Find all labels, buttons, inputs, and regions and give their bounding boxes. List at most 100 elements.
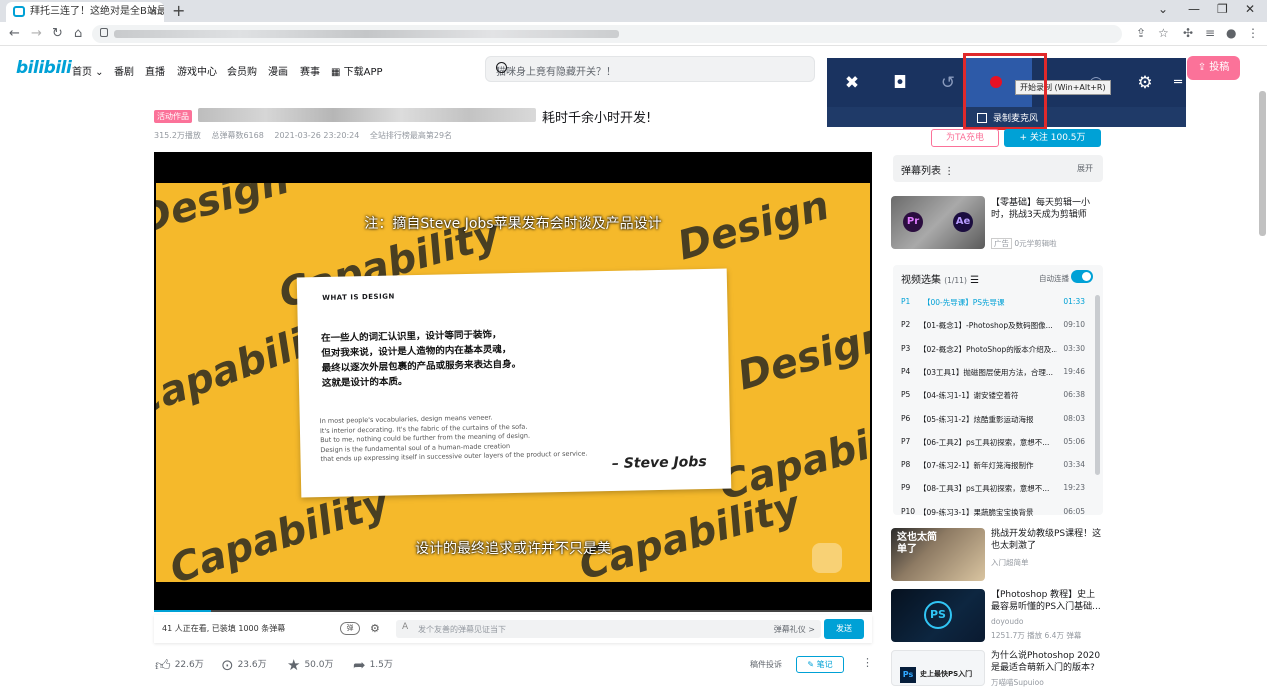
nav-manga[interactable]: 漫画	[268, 63, 288, 78]
playlist-scrollbar[interactable]	[1095, 295, 1100, 475]
nav-game-center[interactable]: 游戏中心	[177, 63, 217, 78]
episode-number: P8	[901, 460, 911, 470]
record-last-icon[interactable]: ↺	[935, 70, 961, 96]
rec-title-2[interactable]: 【Photoshop 教程】史上最容易听懂的PS入门基础...	[991, 589, 1103, 613]
playlist-item[interactable]: P1 【00-先导课】PS先导课 01:33	[893, 290, 1097, 313]
rec-author-1[interactable]: 入门超简单	[991, 557, 1029, 568]
card-heading: WHAT IS DESIGN	[322, 292, 395, 302]
after-effects-icon: Ae	[953, 212, 973, 232]
ad-thumbnail[interactable]: Pr Ae	[891, 196, 985, 249]
rec-author-3[interactable]: 万喵喵Supuioo	[991, 677, 1044, 688]
title-blurred	[198, 108, 536, 122]
nav-esports[interactable]: 赛事	[300, 63, 320, 78]
playlist-item[interactable]: P6 【05-练习1-2】炫酷重影运动海报 08:03	[893, 407, 1097, 430]
url-bar[interactable]	[92, 25, 1122, 43]
new-tab-button[interactable]: +	[172, 1, 185, 20]
coin-button[interactable]: ⊙ 23.6万	[221, 656, 267, 674]
font-style-icon[interactable]: A	[402, 622, 408, 632]
danmaku-toggle[interactable]: 弹	[340, 622, 360, 635]
playlist-item[interactable]: P4 【03工具1】抛磁图层使用方法，合理... 19:46	[893, 360, 1097, 383]
expand-link[interactable]: 展开	[1077, 163, 1093, 174]
nav-home[interactable]: 首页 ⌄	[72, 63, 104, 78]
nav-anime[interactable]: 番剧	[114, 63, 134, 78]
rank-info[interactable]: 全站排行榜最高第29名	[370, 131, 452, 140]
more-icon[interactable]: ⋮	[862, 656, 873, 669]
share-button[interactable]: ➦ 1.5万	[353, 656, 393, 674]
maximize-button[interactable]: ❐	[1217, 2, 1228, 16]
rec-thumbnail-3[interactable]: Ps 史上最快PS入门	[891, 650, 985, 686]
home-icon[interactable]: ⌂	[74, 26, 82, 41]
episode-title: 【04-练习1-1】谢安镂空着符	[919, 391, 1019, 401]
danmaku-list-panel[interactable]: 弹幕列表 ⋮ 展开	[893, 155, 1103, 182]
progress-fill	[154, 610, 212, 612]
danmaku-input[interactable]: A 发个友善的弹幕见证当下 弹幕礼仪 >	[396, 620, 821, 638]
browser-menu-icon[interactable]: ⋮	[1247, 26, 1259, 40]
premiere-icon: Pr	[903, 212, 923, 232]
search-icon[interactable]	[496, 62, 507, 73]
send-button[interactable]: 发送	[824, 619, 864, 639]
video-player[interactable]: Design Capability Design Capability Desi…	[154, 152, 872, 612]
ad-title[interactable]: 【零基础】每天剪辑一小时，挑战3天成为剪辑师	[991, 197, 1103, 221]
episode-number: P10	[901, 506, 916, 516]
address-toolbar: ← → ↻ ⌂ ⇪ ☆ ✣ ≡ ● ⋮	[0, 22, 1267, 46]
nav-live[interactable]: 直播	[145, 63, 165, 78]
video-frame[interactable]: Design Capability Design Capability Desi…	[156, 183, 870, 582]
play-overlay-icon[interactable]	[812, 543, 842, 573]
rec-thumbnail-1[interactable]: 这也太简单了	[891, 528, 985, 581]
follow-button[interactable]: + 关注 100.5万	[1004, 129, 1101, 147]
search-input[interactable]: 猫咪身上竟有隐藏开关？！	[485, 56, 815, 82]
card-chinese-text: 在一些人的词汇认识里，设计等同于装饰， 但对我来说，设计是人造物的内在基本灵魂，最…	[320, 329, 522, 390]
autoplay-toggle[interactable]	[1071, 270, 1093, 283]
window-close-button[interactable]: ✕	[1245, 2, 1255, 16]
back-arrow-icon[interactable]: ←	[9, 26, 20, 41]
extensions-icon[interactable]: ✣	[1183, 26, 1193, 40]
danmaku-etiquette-link[interactable]: 弹幕礼仪 >	[774, 624, 815, 635]
episode-number: P2	[901, 320, 911, 330]
episode-title: 【08-工具3】ps工具初探索，意想不...	[919, 484, 1050, 494]
url-text-blurred	[114, 30, 619, 38]
rec-title-3[interactable]: 为什么说Photoshop 2020是最适合萌新入门的版本?	[991, 650, 1103, 674]
highlight-annotation-box	[963, 53, 1047, 130]
playlist-item[interactable]: P2 【01-概念1】-Photoshop及数码图像... 09:10	[893, 313, 1097, 336]
episode-duration: 03:30	[1063, 343, 1085, 353]
settings-gear-icon[interactable]: ⚙	[1132, 70, 1158, 96]
danmaku-settings-icon[interactable]: ⚙	[370, 622, 384, 635]
rec-title-1[interactable]: 挑战开发幼教级PS课程！这也太刺激了	[991, 528, 1103, 552]
upload-button[interactable]: ⇪ 投稿	[1187, 56, 1240, 80]
playlist-item[interactable]: P7 【06-工具2】ps工具初探索，意想不... 05:06	[893, 430, 1097, 453]
xbox-logo-icon[interactable]: ✖	[839, 70, 865, 96]
bg-word: Capability	[574, 482, 805, 582]
reload-icon[interactable]: ↻	[52, 26, 63, 41]
rec-thumbnail-2[interactable]: PS	[891, 589, 985, 642]
minimize-button[interactable]: —	[1188, 2, 1200, 16]
playlist-item[interactable]: P3 【02-概念2】PhotoShop的版本介绍及... 03:30	[893, 337, 1097, 360]
rec-author-2[interactable]: doyoudo	[991, 617, 1023, 626]
ps-badge-icon: Ps	[900, 667, 916, 683]
forward-arrow-icon[interactable]: →	[31, 26, 42, 41]
nav-download-app[interactable]: ▦ 下载APP	[331, 63, 383, 78]
playlist-item[interactable]: P9 【08-工具3】ps工具初探索，意想不... 19:23	[893, 476, 1097, 499]
share-icon[interactable]: ⇪	[1136, 26, 1146, 40]
bookmark-star-icon[interactable]: ☆	[1158, 26, 1169, 40]
screenshot-camera-icon[interactable]: ◘	[887, 70, 913, 96]
bilibili-logo[interactable]: bilibili	[16, 58, 72, 78]
note-button[interactable]: ✎ 笔记	[796, 656, 844, 673]
widget-menu-icon[interactable]: ═	[1165, 70, 1191, 96]
playlist-item[interactable]: P10 【09-练习3-1】果蔬脆宝宝换背景 06:05	[893, 500, 1097, 523]
reading-list-icon[interactable]: ≡	[1205, 26, 1215, 40]
progress-bar[interactable]	[154, 610, 872, 612]
page-scrollbar[interactable]	[1259, 91, 1266, 236]
subtitle-bottom: 设计的最终追求或许并不只是美	[415, 541, 611, 557]
favorite-button[interactable]: ★ 50.0万	[287, 656, 334, 674]
playlist-item[interactable]: P5 【04-练习1-1】谢安镂空着符 06:38	[893, 383, 1097, 406]
nav-mall[interactable]: 会员购	[227, 63, 257, 78]
charge-button[interactable]: 为TA充电	[931, 129, 999, 147]
tab-close-icon[interactable]: ✕	[149, 2, 158, 21]
like-button[interactable]: 👍︎ 22.6万	[155, 656, 204, 675]
playlist-item[interactable]: P8 【07-练习2-1】新年灯笼海报制作 03:34	[893, 453, 1097, 476]
browser-tab[interactable]: 拜托三连了！这绝对是全B站最用 ✕	[6, 2, 164, 22]
episode-number: P9	[901, 483, 911, 493]
tab-search-icon[interactable]: ⌄	[1158, 2, 1168, 16]
profile-icon[interactable]: ●	[1226, 26, 1236, 40]
report-link[interactable]: 稿件投诉	[750, 659, 782, 670]
